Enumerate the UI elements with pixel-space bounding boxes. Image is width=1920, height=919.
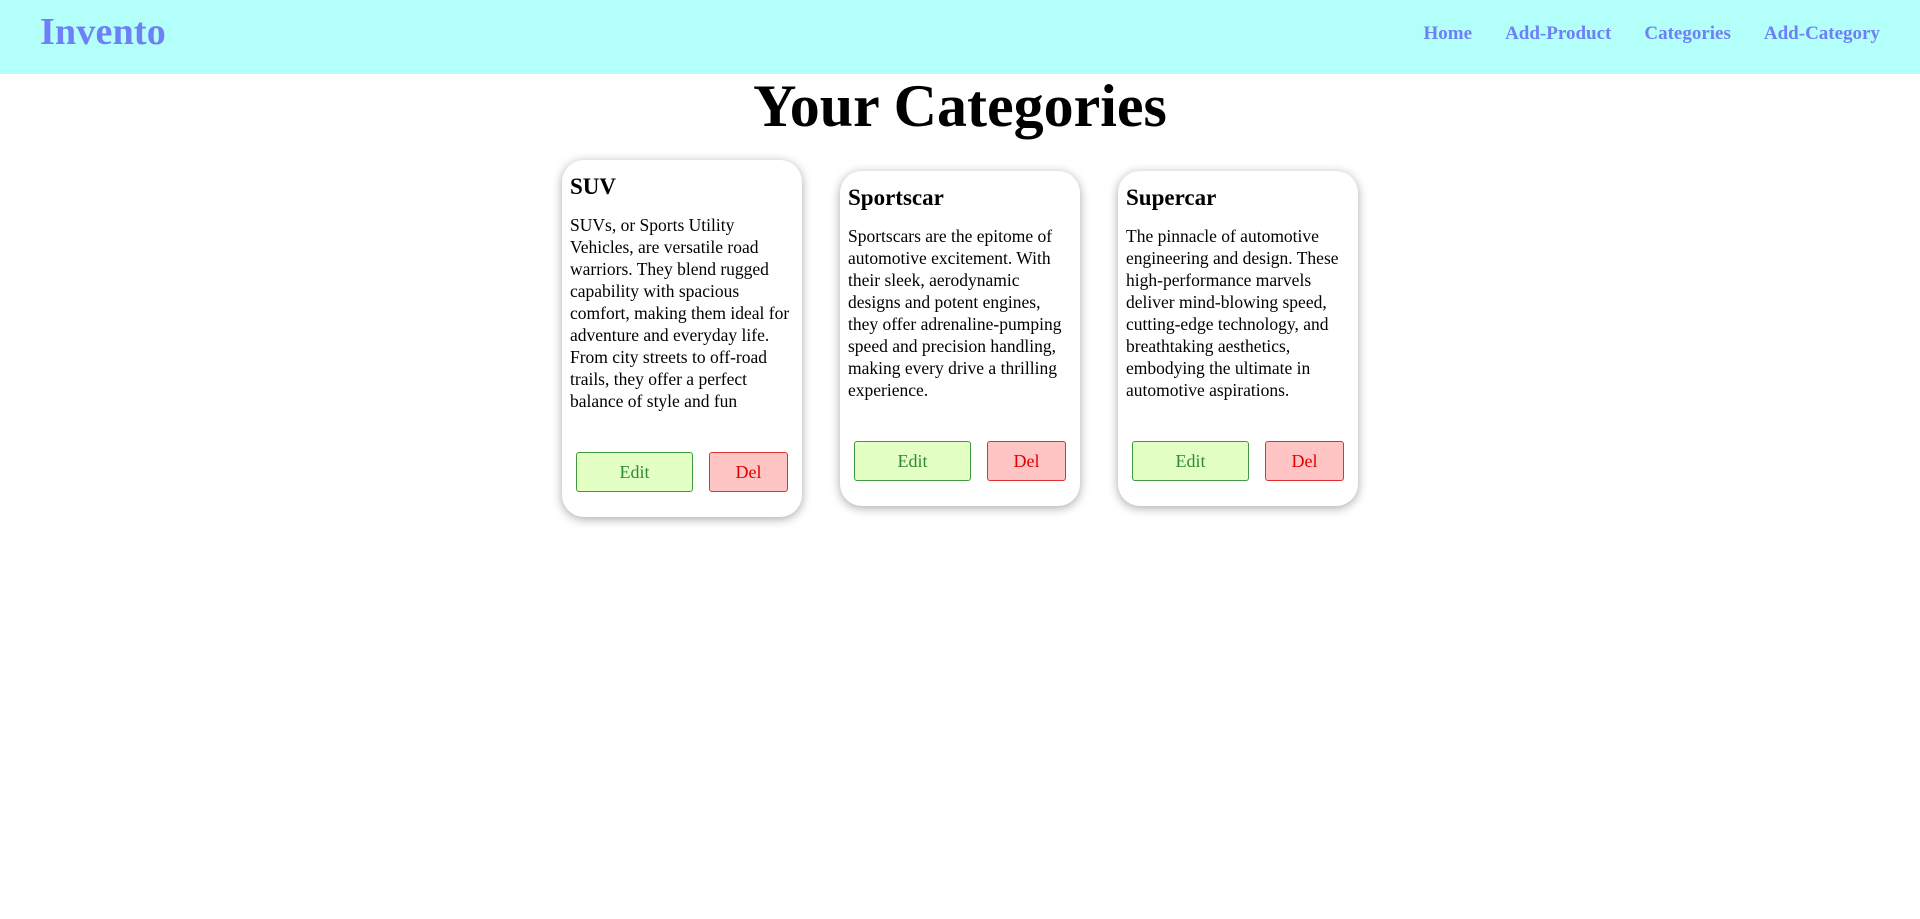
card-actions: Edit Del (848, 441, 1072, 481)
edit-button[interactable]: Edit (854, 441, 971, 481)
category-card-sportscar: Sportscar Sportscars are the epitome of … (840, 171, 1080, 506)
category-description: Sportscars are the epitome of automotive… (848, 226, 1062, 400)
category-card-supercar: Supercar The pinnacle of automotive engi… (1118, 171, 1358, 506)
edit-button[interactable]: Edit (576, 452, 693, 492)
category-card-suv: SUV SUVs, or Sports Utility Vehicles, ar… (562, 160, 802, 517)
category-name: Sportscar (848, 185, 944, 210)
delete-button[interactable]: Del (1265, 441, 1344, 481)
category-cards: SUV SUVs, or Sports Utility Vehicles, ar… (0, 160, 1920, 517)
nav-link-categories[interactable]: Categories (1644, 23, 1731, 45)
category-name: SUV (570, 174, 617, 199)
delete-button[interactable]: Del (709, 452, 788, 492)
card-actions: Edit Del (1126, 441, 1350, 481)
navbar: Invento Home Add-Product Categories Add-… (0, 0, 1920, 74)
nav-links: Home Add-Product Categories Add-Category (1424, 23, 1880, 45)
delete-button[interactable]: Del (987, 441, 1066, 481)
card-actions: Edit Del (570, 452, 794, 492)
category-description: SUVs, or Sports Utility Vehicles, are ve… (570, 215, 790, 411)
edit-button[interactable]: Edit (1132, 441, 1249, 481)
brand-logo[interactable]: Invento (40, 10, 166, 54)
nav-link-add-category[interactable]: Add-Category (1764, 23, 1880, 45)
category-name: Supercar (1126, 185, 1217, 210)
nav-link-add-product[interactable]: Add-Product (1505, 23, 1611, 45)
page-title: Your Categories (753, 73, 1167, 139)
nav-link-home[interactable]: Home (1424, 23, 1473, 45)
category-description: The pinnacle of automotive engineering a… (1126, 226, 1339, 400)
